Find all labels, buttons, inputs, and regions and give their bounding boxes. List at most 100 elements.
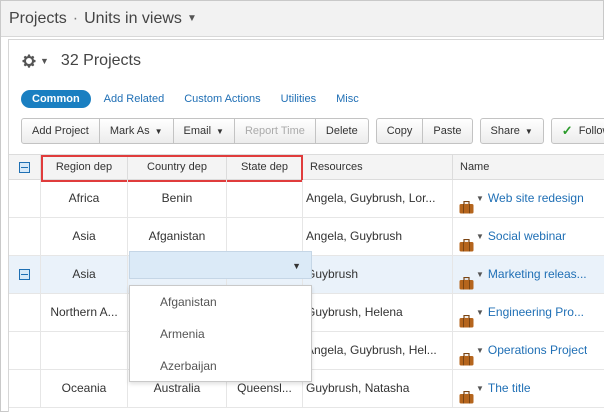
cell-region[interactable]: Northern A...	[41, 294, 128, 331]
report-time-button[interactable]: Report Time	[234, 118, 316, 144]
cell-resources[interactable]: Angela, Guybrush, Lor...	[303, 180, 453, 217]
column-header-name[interactable]: Name	[453, 155, 604, 180]
email-button[interactable]: Email ▼	[173, 118, 235, 144]
column-header-resources[interactable]: Resources	[303, 155, 453, 180]
cell-country[interactable]: Afganistan	[128, 218, 227, 255]
title-view-selector[interactable]: Units in views	[84, 10, 182, 28]
subtab-misc[interactable]: Misc	[336, 93, 359, 105]
chevron-down-icon: ▼	[524, 126, 533, 136]
cell-region[interactable]	[41, 332, 128, 369]
row-select-cell[interactable]	[9, 180, 41, 217]
cell-region[interactable]: Asia	[41, 218, 128, 255]
follow-actions: ✓ Follow	[550, 118, 604, 144]
country-dep-editor[interactable]: ▼	[129, 251, 312, 279]
briefcase-icon	[459, 382, 474, 404]
copy-button[interactable]: Copy	[375, 118, 424, 144]
subtab-common[interactable]: Common	[21, 90, 91, 108]
country-dropdown-list: Afganistan Armenia Azerbaijan	[129, 285, 312, 382]
chevron-down-icon[interactable]: ▼	[476, 218, 484, 255]
project-count: 32 Projects	[60, 52, 141, 69]
cell-name: ▼ Engineering Pro...	[453, 294, 604, 331]
gear-dropdown-caret-icon[interactable]: ▼	[40, 56, 49, 66]
project-name-link[interactable]: Web site redesign	[488, 180, 584, 217]
chevron-down-icon[interactable]: ▼	[476, 294, 484, 331]
delete-button[interactable]: Delete	[315, 118, 369, 144]
paste-label: Paste	[433, 125, 462, 137]
subtab-utilities[interactable]: Utilities	[281, 93, 316, 105]
share-actions: Share ▼	[479, 118, 544, 144]
email-label: Email	[183, 125, 212, 137]
gear-icon[interactable]	[21, 53, 37, 69]
column-header-country[interactable]: Country dep	[128, 155, 227, 180]
project-name-link[interactable]: Marketing releas...	[488, 256, 587, 293]
title-project[interactable]: Projects	[9, 10, 67, 28]
mark-as-label: Mark As	[109, 125, 150, 137]
delete-label: Delete	[325, 125, 358, 137]
row-checkbox[interactable]	[19, 269, 30, 280]
paste-button[interactable]: Paste	[423, 118, 473, 144]
mark-as-button[interactable]: Mark As ▼	[99, 118, 174, 144]
cell-resources[interactable]: Guybrush, Natasha	[303, 370, 453, 407]
add-project-button[interactable]: Add Project	[21, 118, 100, 144]
copy-label: Copy	[386, 125, 413, 137]
chevron-down-icon[interactable]: ▼	[476, 256, 484, 293]
cell-resources[interactable]: Angela, Guybrush, Hel...	[303, 332, 453, 369]
cell-state[interactable]	[227, 180, 303, 217]
title-bar: Projects · Units in views ▼	[1, 1, 603, 37]
select-all-checkbox[interactable]	[19, 162, 30, 173]
cell-resources[interactable]: Guybrush, Helena	[303, 294, 453, 331]
cell-name: ▼ Operations Project	[453, 332, 604, 369]
cell-region[interactable]: Asia	[41, 256, 128, 293]
dropdown-option-armenia[interactable]: Armenia	[130, 318, 311, 350]
cell-state[interactable]	[227, 218, 303, 255]
project-name-link[interactable]: Operations Project	[488, 332, 587, 369]
dropdown-option-azerbaijan[interactable]: Azerbaijan	[130, 350, 311, 382]
toolbar: Add Project Mark As ▼ Email ▼ Report Time …	[21, 118, 604, 144]
grid-header: Region dep Country dep State dep Resourc…	[9, 154, 604, 182]
subtab-custom-actions[interactable]: Custom Actions	[184, 93, 260, 105]
row-select-cell[interactable]	[9, 294, 41, 331]
list-header: ▼ 32 Projects	[21, 50, 141, 72]
primary-actions: Add Project Mark As ▼ Email ▼ Report Time …	[21, 118, 369, 144]
cell-resources[interactable]: Guybrush	[303, 256, 453, 293]
chevron-down-icon[interactable]: ▼	[476, 180, 484, 217]
project-name-link[interactable]: Engineering Pro...	[488, 294, 584, 331]
cell-country[interactable]: Benin	[128, 180, 227, 217]
briefcase-icon	[459, 344, 474, 366]
column-header-state[interactable]: State dep	[227, 155, 303, 180]
chevron-down-icon: ▼	[154, 126, 163, 136]
checkmark-icon: ✓	[561, 123, 573, 138]
cell-name: ▼ The title	[453, 370, 604, 407]
table-row[interactable]: Africa Benin Angela, Guybrush, Lor... ▼ …	[9, 180, 604, 218]
briefcase-icon	[459, 306, 474, 328]
add-project-label: Add Project	[32, 125, 89, 137]
project-name-link[interactable]: The title	[488, 370, 531, 407]
row-select-cell[interactable]	[9, 256, 41, 293]
project-name-link[interactable]: Social webinar	[488, 218, 566, 255]
column-header-region[interactable]: Region dep	[41, 155, 128, 180]
chevron-down-icon[interactable]: ▼	[187, 13, 197, 24]
row-select-cell[interactable]	[9, 332, 41, 369]
subtab-add-related[interactable]: Add Related	[104, 93, 165, 105]
header-select-cell	[9, 155, 41, 180]
cell-resources[interactable]: Angela, Guybrush	[303, 218, 453, 255]
row-select-cell[interactable]	[9, 370, 41, 407]
title-separator: ·	[72, 9, 79, 27]
chevron-down-icon[interactable]: ▼	[476, 332, 484, 369]
share-label: Share	[490, 125, 520, 137]
chevron-down-icon[interactable]: ▼	[476, 370, 484, 407]
chevron-down-icon[interactable]: ▼	[292, 261, 301, 271]
cell-name: ▼ Marketing releas...	[453, 256, 604, 293]
briefcase-icon	[459, 268, 474, 290]
briefcase-icon	[459, 230, 474, 252]
dropdown-option-afganistan[interactable]: Afganistan	[130, 286, 311, 318]
cell-region[interactable]: Oceania	[41, 370, 128, 407]
cell-name: ▼ Web site redesign	[453, 180, 604, 217]
row-select-cell[interactable]	[9, 218, 41, 255]
clipboard-actions: Copy Paste	[375, 118, 473, 144]
cell-region[interactable]: Africa	[41, 180, 128, 217]
action-subtabs: Common Add Related Custom Actions Utilit…	[21, 89, 379, 109]
share-button[interactable]: Share ▼	[479, 118, 544, 144]
cell-name: ▼ Social webinar	[453, 218, 604, 255]
follow-button[interactable]: ✓ Follow	[550, 118, 604, 144]
